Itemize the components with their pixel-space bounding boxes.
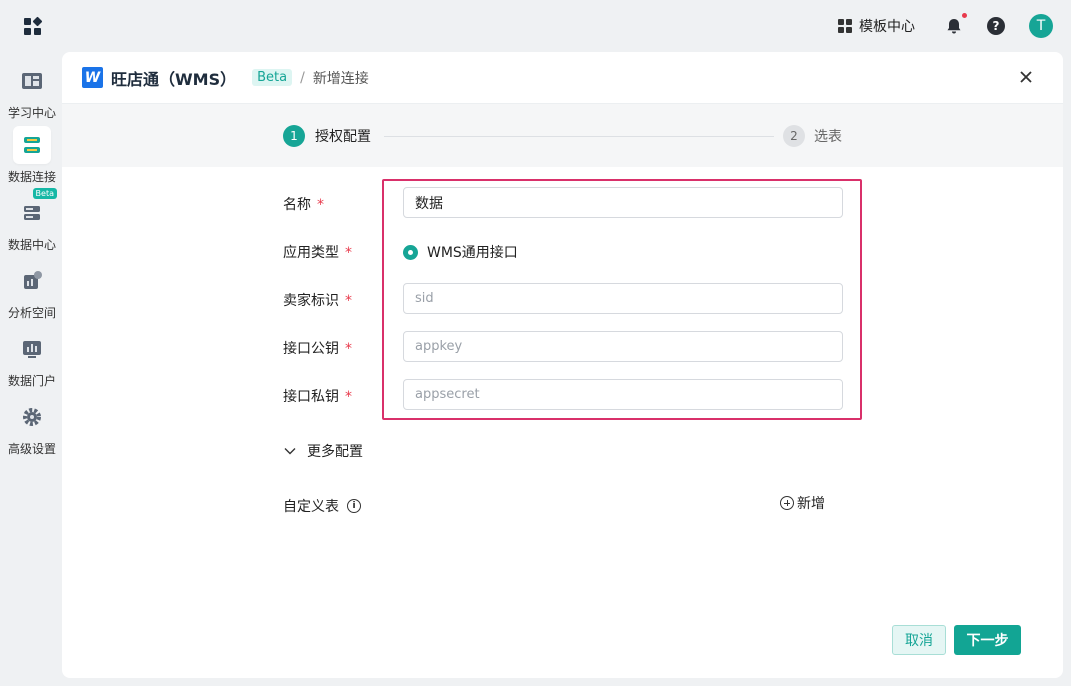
sidebar-item-label: 学习中心 (7, 106, 56, 120)
server-icon: Beta (13, 188, 57, 232)
help-icon[interactable]: ? (987, 17, 1005, 35)
grid-icon (838, 19, 852, 33)
add-custom-table-button[interactable]: 新增 (780, 493, 825, 513)
top-bar: 模板中心 ? T (0, 0, 1071, 52)
step-1-label: 授权配置 (315, 129, 371, 145)
app-key-field[interactable]: appkey (403, 331, 843, 362)
step-1-number: 1 (283, 125, 305, 147)
step-2-number: 2 (783, 125, 805, 147)
avatar[interactable]: T (1029, 14, 1053, 38)
stepper: 1 授权配置 2 选表 (62, 104, 1063, 167)
sidebar-item-label: 分析空间 (7, 306, 56, 320)
sidebar-item-data-center[interactable]: Beta 数据中心 (0, 188, 64, 253)
name-field[interactable]: 数据 (403, 187, 843, 218)
radio-selected-icon (403, 244, 418, 260)
sidebar-item-label: 数据连接 (7, 170, 56, 184)
page-title: 旺店通（WMS） (111, 69, 237, 89)
custom-table-section: 自定义表 i (283, 496, 361, 516)
app-secret-field[interactable]: appsecret (403, 379, 843, 410)
radio-label: WMS通用接口 (427, 245, 518, 261)
breadcrumb: 新增连接 (312, 70, 369, 87)
beta-tag: Beta (252, 69, 293, 86)
sidebar-item-data-connection[interactable]: 数据连接 (0, 126, 64, 185)
sidebar-item-label: 高级设置 (7, 442, 56, 456)
sidebar-item-portal[interactable]: 数据门户 (0, 330, 64, 389)
template-center-label: 模板中心 (859, 19, 915, 35)
step-connector (384, 136, 774, 137)
info-icon[interactable]: i (347, 499, 361, 513)
app-menu-icon[interactable] (24, 16, 43, 35)
app-type-label: 应用类型 * (283, 245, 352, 261)
new-connection-panel: W 旺店通（WMS） Beta / 新增连接 1 授权配置 2 选表 名称 * 数… (62, 52, 1063, 678)
add-label: 新增 (797, 496, 825, 512)
seller-id-field[interactable]: sid (403, 283, 843, 314)
close-icon[interactable] (1017, 68, 1035, 86)
sidebar-item-label: 数据门户 (7, 374, 56, 388)
portal-icon (13, 330, 51, 368)
database-connection-icon (13, 126, 51, 164)
notification-bell-icon[interactable] (945, 13, 967, 35)
sidebar-item-learning[interactable]: 学习中心 (0, 62, 64, 121)
book-icon (13, 62, 51, 100)
template-center-button[interactable]: 模板中心 (838, 16, 915, 36)
sidebar-item-settings[interactable]: 高级设置 (0, 398, 64, 457)
wangdiantong-logo-icon: W (82, 67, 103, 88)
gear-icon (13, 398, 51, 436)
panel-header: W 旺店通（WMS） Beta / 新增连接 (62, 52, 1063, 104)
step-2-label: 选表 (814, 129, 842, 145)
analysis-icon (13, 262, 51, 300)
sidebar-item-label: 数据中心 (7, 238, 56, 252)
chevron-down-icon (284, 448, 296, 455)
next-step-button[interactable]: 下一步 (954, 625, 1021, 655)
custom-table-label: 自定义表 (283, 499, 339, 515)
name-label: 名称 * (283, 197, 324, 213)
beta-badge: Beta (32, 188, 57, 199)
notification-dot (962, 13, 967, 18)
app-type-radio[interactable]: WMS通用接口 (403, 242, 518, 262)
more-config-toggle[interactable]: 更多配置 (283, 441, 363, 461)
more-config-label: 更多配置 (307, 444, 363, 460)
app-secret-label: 接口私钥 * (283, 389, 352, 405)
app-key-label: 接口公钥 * (283, 341, 352, 357)
cancel-button[interactable]: 取消 (892, 625, 946, 655)
breadcrumb-separator: / (300, 69, 305, 86)
seller-id-label: 卖家标识 * (283, 293, 352, 309)
plus-circle-icon (780, 496, 794, 510)
sidebar-item-analysis[interactable]: 分析空间 (0, 262, 64, 321)
